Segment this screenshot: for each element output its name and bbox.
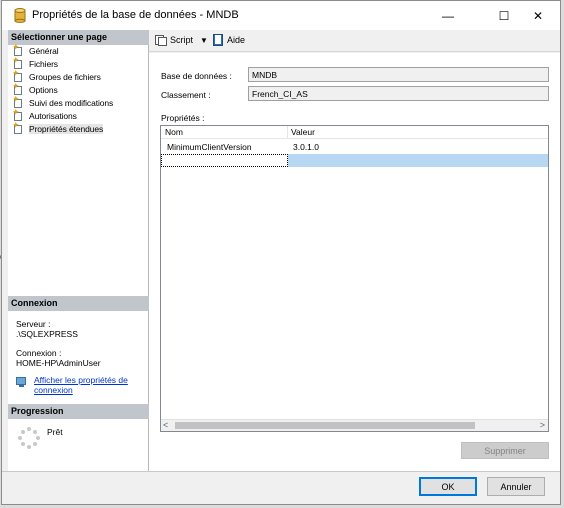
scroll-left-icon[interactable]: < xyxy=(163,420,168,430)
connection-value: HOME-HP\AdminUser xyxy=(16,358,101,368)
page-item-label: Général xyxy=(29,45,59,56)
page-item-label: Fichiers xyxy=(29,58,58,69)
page-item-filegroups[interactable]: ✦ Groupes de fichiers xyxy=(12,69,148,83)
grid-header: Nom Valeur xyxy=(161,126,548,139)
properties-content: Base de données : MNDB Classement : Fren… xyxy=(149,53,560,471)
column-header-value[interactable]: Valeur xyxy=(291,127,315,137)
page-item-files[interactable]: ✦ Fichiers xyxy=(12,56,148,70)
page-item-label: Suivi des modifications xyxy=(29,97,114,108)
property-value-cell[interactable]: 3.0.1.0 xyxy=(293,142,319,152)
collation-label: Classement : xyxy=(161,90,211,100)
window-title: Propriétés de la base de données - MNDB xyxy=(32,9,239,21)
help-label: Aide xyxy=(227,35,246,45)
database-label: Base de données : xyxy=(161,71,232,81)
column-header-name[interactable]: Nom xyxy=(165,127,183,137)
properties-grid[interactable]: Nom Valeur MinimumClientVersion 3.0.1.0 … xyxy=(160,125,549,432)
page-icon: ✦ xyxy=(12,121,24,134)
minimize-icon: — xyxy=(442,8,454,23)
new-row-name-cell[interactable] xyxy=(161,154,288,167)
page-item-permissions[interactable]: ✦ Autorisations xyxy=(12,108,148,122)
connection-header: Connexion xyxy=(8,296,149,311)
scrollbar-thumb[interactable] xyxy=(175,422,475,429)
page-item-label: Groupes de fichiers xyxy=(29,71,101,82)
database-icon xyxy=(14,8,26,23)
page-item-label: Options xyxy=(29,84,58,95)
progress-header: Progression xyxy=(8,404,149,419)
database-properties-dialog: Propriétés de la base de données - MNDB … xyxy=(1,0,561,505)
footer-divider xyxy=(2,471,560,472)
script-label: Script xyxy=(170,35,194,45)
left-panel: Sélectionner une page ✦ Général ✦ Fichie… xyxy=(8,30,149,471)
progress-spinner-icon xyxy=(18,427,40,449)
scroll-right-icon[interactable]: > xyxy=(540,420,545,430)
select-page-header: Sélectionner une page xyxy=(8,30,149,45)
view-connection-properties-text[interactable]: Afficher les propriétés de connexion xyxy=(34,375,134,395)
right-panel: Script ▼ Aide Base de données : MNDB Cla… xyxy=(149,30,560,471)
page-item-label: Propriétés étendues xyxy=(29,123,104,134)
script-button[interactable]: Script xyxy=(155,34,193,46)
delete-button[interactable]: Supprimer xyxy=(461,442,549,459)
table-row[interactable]: MinimumClientVersion 3.0.1.0 xyxy=(161,140,548,153)
page-item-options[interactable]: ✦ Options xyxy=(12,82,148,96)
script-dropdown-arrow-icon[interactable]: ▼ xyxy=(200,36,208,45)
maximize-icon: ☐ xyxy=(498,8,510,23)
property-name-cell[interactable]: MinimumClientVersion xyxy=(167,142,252,152)
view-connection-properties-link[interactable]: Afficher les propriétés de connexion xyxy=(16,375,134,395)
progress-status: Prêt xyxy=(47,427,63,437)
page-item-change-tracking[interactable]: ✦ Suivi des modifications xyxy=(12,95,148,109)
close-icon: ✕ xyxy=(532,8,544,23)
properties-label: Propriétés : xyxy=(161,113,205,123)
collation-field: French_CI_AS xyxy=(248,86,549,101)
horizontal-scrollbar[interactable]: < > xyxy=(161,419,548,431)
server-label: Serveur : xyxy=(16,319,51,329)
connection-label: Connexion : xyxy=(16,348,62,358)
page-list: ✦ Général ✦ Fichiers ✦ Groupes de fichie… xyxy=(12,43,148,135)
toolbar: Script ▼ Aide xyxy=(149,30,560,52)
connection-properties-icon xyxy=(16,377,28,388)
server-value: .\SQLEXPRESS xyxy=(16,329,78,339)
script-icon xyxy=(155,34,167,46)
minimize-button[interactable]: — xyxy=(426,1,470,30)
new-row[interactable] xyxy=(161,154,548,167)
close-button[interactable]: ✕ xyxy=(516,1,560,30)
page-item-general[interactable]: ✦ Général xyxy=(12,43,148,57)
page-item-extended-properties[interactable]: ✦ Propriétés étendues xyxy=(12,121,148,135)
cancel-button[interactable]: Annuler xyxy=(487,477,545,496)
help-icon xyxy=(212,34,224,46)
page-item-label: Autorisations xyxy=(29,110,77,121)
title-bar: Propriétés de la base de données - MNDB … xyxy=(2,1,560,30)
database-field: MNDB xyxy=(248,67,549,82)
help-button[interactable]: Aide xyxy=(212,34,245,46)
ok-button[interactable]: OK xyxy=(419,477,477,496)
